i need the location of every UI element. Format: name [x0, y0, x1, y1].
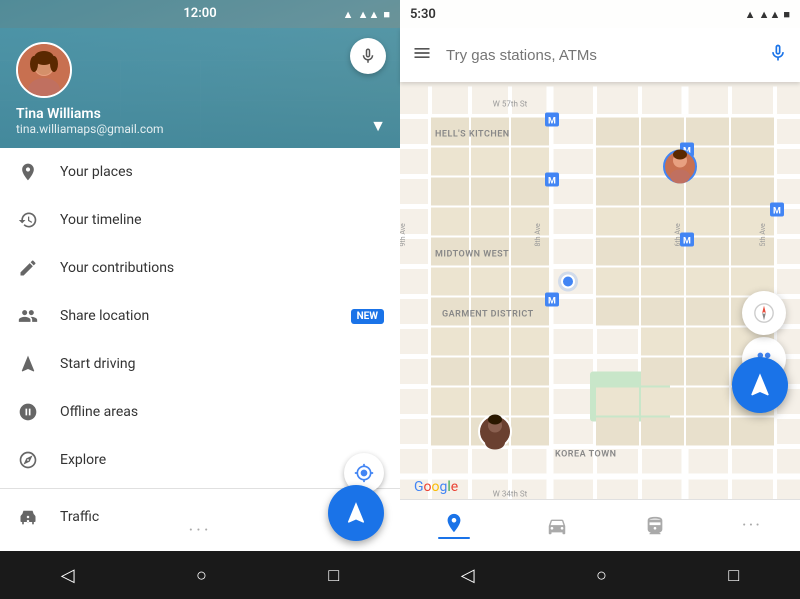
- bottom-tab-bar: ···: [400, 499, 800, 551]
- recents-button-right[interactable]: □: [712, 557, 755, 594]
- new-badge: NEW: [351, 309, 384, 324]
- google-logo: Google: [414, 479, 458, 495]
- user-email: tina.williamaps@gmail.com: [16, 122, 384, 136]
- menu-item-your-places[interactable]: Your places: [0, 148, 400, 196]
- svg-text:M: M: [773, 207, 781, 217]
- tab-transit[interactable]: [632, 509, 678, 543]
- menu-label-explore: Explore: [60, 452, 384, 468]
- left-panel: 12:00 ▲ ▲▲ ■: [0, 0, 400, 599]
- menu-label-offline-areas: Offline areas: [60, 404, 384, 420]
- svg-text:5th Ave: 5th Ave: [759, 223, 767, 247]
- right-panel: 5:30 ▲ ▲▲ ■: [400, 0, 800, 599]
- timeline-icon: [16, 208, 40, 232]
- traffic-icon: [16, 505, 40, 529]
- avatar: [16, 42, 72, 98]
- tab-driving[interactable]: [534, 509, 580, 543]
- svg-text:8th Ave: 8th Ave: [534, 223, 542, 247]
- svg-text:6th Ave: 6th Ave: [674, 223, 682, 247]
- search-input[interactable]: [446, 47, 768, 64]
- search-bar: [400, 28, 800, 82]
- svg-text:GARMENT DISTRICT: GARMENT DISTRICT: [442, 310, 534, 320]
- svg-text:W 34th St: W 34th St: [493, 490, 528, 499]
- places-icon: [16, 160, 40, 184]
- menu-label-contributions: Your contributions: [60, 260, 384, 276]
- map-area[interactable]: M M M M M M M HELL'S KITCHEN: [400, 82, 800, 511]
- menu-item-offline-areas[interactable]: Offline areas: [0, 388, 400, 436]
- user-name: Tina Williams: [16, 106, 384, 122]
- time-right: 5:30: [410, 7, 436, 22]
- mic-button-right[interactable]: [768, 43, 788, 68]
- svg-text:HELL'S KITCHEN: HELL'S KITCHEN: [435, 130, 510, 140]
- tab-underline-map: [438, 537, 470, 539]
- home-button-left[interactable]: ○: [180, 557, 223, 594]
- menu-label-start-driving: Start driving: [60, 356, 384, 372]
- share-location-icon: [16, 304, 40, 328]
- menu-item-public-transit[interactable]: Public transit: [0, 541, 400, 551]
- svg-text:M: M: [548, 177, 556, 187]
- time-left: 12:00: [183, 6, 216, 21]
- explore-icon: [16, 448, 40, 472]
- back-button-left[interactable]: ◁: [45, 557, 91, 594]
- svg-text:W 57th St: W 57th St: [493, 100, 528, 109]
- status-bar-left: 12:00 ▲ ▲▲ ■: [0, 0, 400, 28]
- dropdown-arrow-icon[interactable]: ▼: [370, 116, 386, 136]
- status-icons-right: ▲ ▲▲ ■: [745, 8, 790, 21]
- back-button-right[interactable]: ◁: [445, 557, 491, 594]
- menu-item-your-timeline[interactable]: Your timeline: [0, 196, 400, 244]
- bottom-nav-right: ◁ ○ □: [400, 551, 800, 599]
- menu-label-your-timeline: Your timeline: [60, 212, 384, 228]
- battery-icon-right: ■: [783, 8, 790, 21]
- navigation-button-left[interactable]: [328, 485, 384, 541]
- driving-icon: [16, 352, 40, 376]
- svg-text:MIDTOWN WEST: MIDTOWN WEST: [435, 250, 509, 260]
- hamburger-icon[interactable]: [412, 43, 432, 68]
- menu-label-share-location: Share location: [60, 308, 351, 324]
- compass-button[interactable]: [742, 291, 786, 335]
- svg-text:9th Ave: 9th Ave: [400, 223, 407, 247]
- menu-item-start-driving[interactable]: Start driving: [0, 340, 400, 388]
- menu-item-contributions[interactable]: Your contributions: [0, 244, 400, 292]
- status-bar-right: 5:30 ▲ ▲▲ ■: [400, 0, 800, 28]
- mic-button-left[interactable]: [350, 38, 386, 74]
- signal-icon-right: ▲▲: [759, 8, 781, 21]
- svg-text:M: M: [548, 297, 556, 307]
- bottom-nav-left: ◁ ○ □: [0, 551, 400, 599]
- more-dots-left[interactable]: ···: [188, 520, 211, 541]
- svg-text:KOREA TOWN: KOREA TOWN: [555, 450, 616, 460]
- tab-more[interactable]: ···: [730, 509, 774, 542]
- svg-text:M: M: [548, 117, 556, 127]
- contributions-icon: [16, 256, 40, 280]
- battery-icon: ■: [383, 8, 390, 21]
- menu-item-explore[interactable]: Explore: [0, 436, 400, 484]
- user-profile: Tina Williams tina.williamaps@gmail.com …: [0, 28, 400, 148]
- signal-icon: ▲▲: [358, 8, 380, 21]
- tab-map[interactable]: [426, 506, 482, 545]
- wifi-icon: ▲: [343, 8, 354, 21]
- navigation-fab[interactable]: [732, 357, 788, 413]
- wifi-icon-right: ▲: [745, 8, 756, 21]
- menu-label-your-places: Your places: [60, 164, 384, 180]
- svg-text:M: M: [683, 237, 691, 247]
- menu-item-share-location[interactable]: Share location NEW: [0, 292, 400, 340]
- offline-icon: [16, 400, 40, 424]
- user-info: Tina Williams tina.williamaps@gmail.com: [16, 106, 384, 136]
- status-icons-left: ▲ ▲▲ ■: [343, 8, 390, 21]
- recents-button-left[interactable]: □: [312, 557, 355, 594]
- map-grid: M M M M M M M HELL'S KITCHEN: [400, 82, 800, 511]
- home-button-right[interactable]: ○: [580, 557, 623, 594]
